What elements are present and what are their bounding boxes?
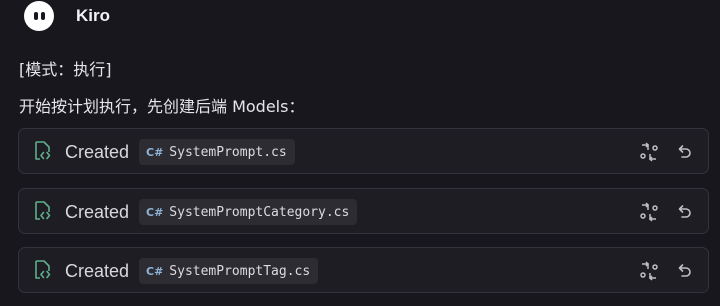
undo-icon[interactable] xyxy=(674,201,694,223)
csharp-icon: C# xyxy=(146,264,164,278)
file-code-icon xyxy=(35,201,51,220)
csharp-icon: C# xyxy=(146,205,164,219)
file-chip[interactable]: C# SystemPromptTag.cs xyxy=(139,258,319,284)
file-name[interactable]: SystemPrompt.cs xyxy=(169,145,286,160)
file-chip[interactable]: C# SystemPromptCategory.cs xyxy=(139,199,358,225)
chat-panel: Kiro [模式：执行] 开始按计划执行，先创建后端 Models： Creat… xyxy=(0,0,720,306)
compare-changes-icon[interactable] xyxy=(638,260,660,282)
file-change-card[interactable]: Created C# SystemPromptTag.cs xyxy=(18,247,709,293)
csharp-icon: C# xyxy=(146,145,164,159)
file-name[interactable]: SystemPromptCategory.cs xyxy=(169,205,349,220)
compare-changes-icon[interactable] xyxy=(638,201,660,223)
file-name[interactable]: SystemPromptTag.cs xyxy=(169,264,310,279)
file-status: Created xyxy=(65,142,130,162)
compare-changes-icon[interactable] xyxy=(638,141,660,163)
kiro-avatar-icon xyxy=(24,1,54,31)
file-change-card[interactable]: Created C# SystemPrompt.cs xyxy=(18,128,709,174)
file-code-icon xyxy=(35,260,51,279)
file-chip[interactable]: C# SystemPrompt.cs xyxy=(139,139,295,165)
plan-text: 开始按计划执行，先创建后端 Models： xyxy=(19,97,305,116)
file-status: Created xyxy=(65,202,130,222)
mode-label: [模式：执行] xyxy=(19,60,112,79)
undo-icon[interactable] xyxy=(674,141,694,163)
file-status: Created xyxy=(65,261,130,281)
agent-header: Kiro xyxy=(24,0,110,32)
agent-name: Kiro xyxy=(76,6,110,25)
undo-icon[interactable] xyxy=(674,260,694,282)
file-change-card[interactable]: Created C# SystemPromptCategory.cs xyxy=(18,188,709,234)
file-code-icon xyxy=(35,141,51,160)
